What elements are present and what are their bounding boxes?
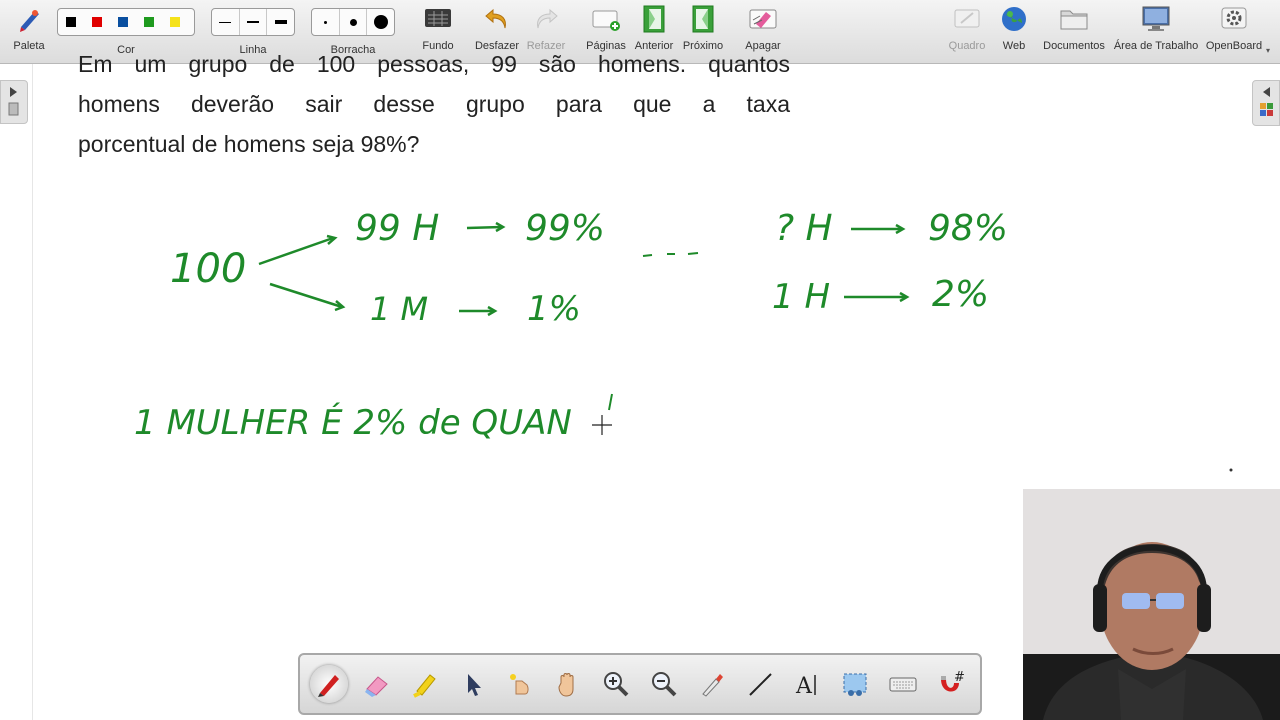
bottom-tool-bar: A # bbox=[298, 653, 982, 715]
highlighter-tool-button[interactable] bbox=[406, 665, 444, 703]
handwritten-sentence: 1 MULHER É 2% de QUAN bbox=[134, 402, 572, 443]
svg-text:A: A bbox=[795, 674, 813, 699]
handwritten-right-bottom-pct: 2% bbox=[932, 274, 989, 315]
eraser-tool-button[interactable] bbox=[358, 665, 396, 703]
zoom-out-tool-button[interactable] bbox=[645, 665, 683, 703]
handwritten-total: 100 bbox=[170, 246, 246, 292]
handwritten-right-top: ? H bbox=[775, 208, 833, 249]
handwritten-left-bottom: 1 M bbox=[370, 290, 428, 328]
presenter-video-icon bbox=[1023, 489, 1280, 720]
pen-stroke-partial bbox=[608, 393, 613, 411]
select-tool-button[interactable] bbox=[454, 665, 492, 703]
keyboard-tool-button[interactable] bbox=[884, 665, 922, 703]
highlighter-icon bbox=[412, 674, 436, 698]
laser-tool-button[interactable] bbox=[501, 665, 539, 703]
zoom-in-tool-button[interactable] bbox=[597, 665, 635, 703]
line-tool-button[interactable] bbox=[741, 665, 779, 703]
handwritten-left-bottom-pct: 1% bbox=[527, 289, 581, 329]
webcam-overlay bbox=[1023, 489, 1280, 720]
hand-icon bbox=[558, 673, 574, 697]
line-icon bbox=[748, 673, 772, 696]
handwritten-right-top-pct: 98% bbox=[928, 208, 1008, 249]
arrow-left-top bbox=[466, 225, 503, 230]
text-tool-button[interactable]: A bbox=[789, 665, 827, 703]
zoom-out-icon bbox=[651, 672, 677, 697]
handwritten-left-top: 99 H bbox=[355, 208, 439, 249]
capture-icon bbox=[843, 673, 867, 696]
handwritten-left-top-pct: 99% bbox=[525, 208, 605, 249]
pen-tool-button[interactable] bbox=[310, 665, 348, 703]
pipette-icon bbox=[702, 674, 723, 697]
pointer-icon bbox=[467, 674, 481, 696]
zoom-in-icon bbox=[604, 672, 629, 697]
capture-tool-button[interactable] bbox=[836, 665, 874, 703]
branch-line-top bbox=[258, 236, 334, 266]
crosshair-cursor-icon bbox=[592, 415, 612, 435]
laser-icon bbox=[510, 674, 529, 695]
magnet-tool-button[interactable]: # bbox=[932, 665, 970, 703]
magnet-icon: # bbox=[941, 670, 965, 692]
stray-dot bbox=[1229, 468, 1233, 472]
handwritten-right-bottom: 1 H bbox=[772, 277, 830, 317]
dotted-separator bbox=[642, 252, 699, 257]
eraser-icon bbox=[364, 676, 388, 697]
svg-text:#: # bbox=[954, 670, 965, 685]
hand-tool-button[interactable] bbox=[549, 665, 587, 703]
pen-icon bbox=[317, 675, 339, 697]
branch-line-bottom bbox=[269, 282, 343, 309]
pipette-tool-button[interactable] bbox=[693, 665, 731, 703]
keyboard-icon bbox=[889, 677, 917, 692]
text-icon: A bbox=[795, 674, 816, 699]
